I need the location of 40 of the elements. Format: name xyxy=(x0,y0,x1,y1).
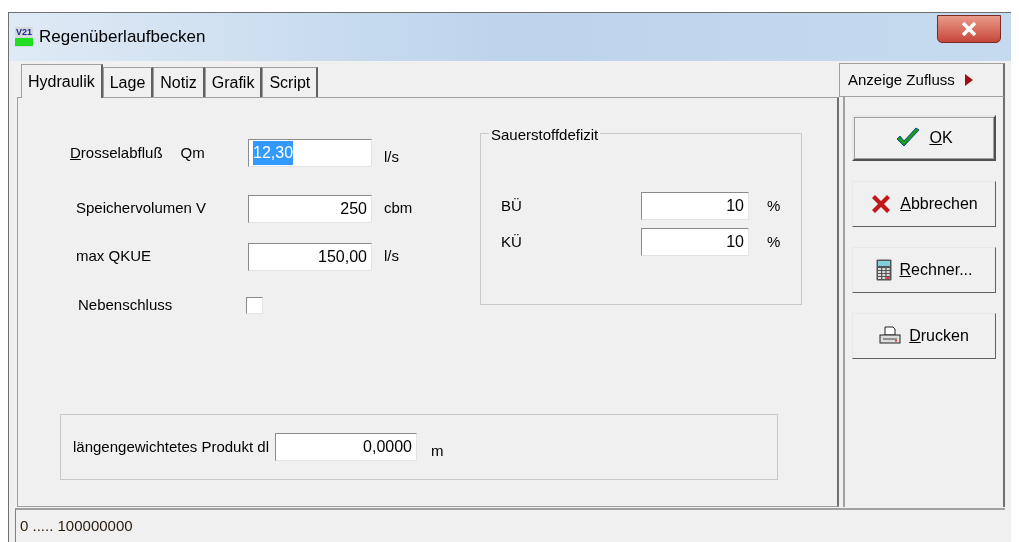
dialog-button[interactable]: Abbrechen xyxy=(852,181,996,227)
side-tab[interactable]: Anzeige Zufluss xyxy=(839,63,1005,97)
cross-icon xyxy=(870,193,893,215)
input-field[interactable]: 0,0000 xyxy=(274,433,417,461)
input-field[interactable]: 10 xyxy=(641,228,749,256)
input-field[interactable]: 250 xyxy=(248,194,372,223)
field-label: längengewichtetes Produkt dl xyxy=(73,436,269,457)
checkbox[interactable] xyxy=(246,297,263,314)
dialog-button[interactable]: OK xyxy=(852,115,996,161)
right-triangle-icon xyxy=(964,74,973,86)
dialog-button[interactable]: Drucken xyxy=(852,313,996,359)
close-button[interactable] xyxy=(937,15,1001,43)
field-label: KÜ xyxy=(501,231,523,252)
tab[interactable]: Notiz xyxy=(153,67,205,97)
dialog-button[interactable]: Rechner... xyxy=(852,247,996,293)
field-label: Nebenschluss xyxy=(77,295,174,316)
field-symbol: Qm xyxy=(180,143,205,163)
unit-label: l/s xyxy=(384,246,399,267)
input-field[interactable]: 10 xyxy=(641,192,749,220)
printer-icon xyxy=(879,326,902,346)
close-icon xyxy=(961,22,977,36)
field-label: Speichervolumen V xyxy=(76,198,207,219)
field-label: BÜ xyxy=(501,195,523,216)
unit-label: % xyxy=(767,231,781,252)
unit-label: l/s xyxy=(384,147,399,167)
input-field[interactable]: 150,00 xyxy=(248,242,372,271)
app-logo: V21 xyxy=(15,27,33,47)
checkmark-icon xyxy=(895,127,922,149)
tab[interactable]: Hydraulik xyxy=(21,64,103,98)
field-label: Drosselabfluß xyxy=(70,143,163,163)
unit-label: % xyxy=(767,195,781,216)
tab[interactable]: Script xyxy=(262,67,319,97)
window-title: Regenüberlaufbecken xyxy=(39,26,206,49)
calculator-icon xyxy=(875,259,892,281)
tab[interactable]: Grafik xyxy=(204,67,263,97)
status-text: 0 ..... 100000000 xyxy=(20,515,133,536)
unit-label: cbm xyxy=(384,198,413,219)
unit-label: m xyxy=(430,440,444,461)
field-label: max QKUE xyxy=(76,246,151,267)
tab[interactable]: Lage xyxy=(102,67,154,97)
